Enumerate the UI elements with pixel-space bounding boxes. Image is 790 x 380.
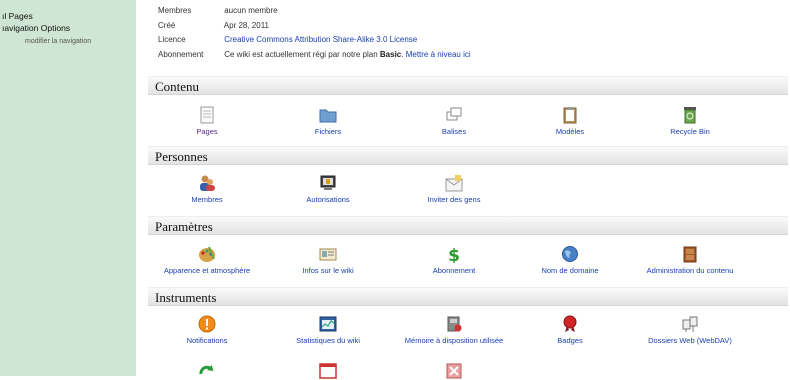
section-personnes: Personnes <box>148 146 788 165</box>
tool-badges[interactable]: Badges <box>508 315 632 345</box>
recycle-bin-icon <box>680 106 700 124</box>
section-contenu: Contenu <box>148 76 788 95</box>
tool-label: Pages <box>196 127 218 136</box>
tool-domaine[interactable]: Nom de domaine <box>508 245 632 275</box>
subscription-label: Abonnement <box>158 49 204 59</box>
tool-label: Badges <box>557 336 583 345</box>
created-value: Apr 28, 2011 <box>223 20 269 30</box>
tool-balises[interactable]: Balises <box>392 106 516 136</box>
tool-label: Fichiers <box>314 127 342 136</box>
svg-text:$: $ <box>448 246 460 263</box>
tool-recycle-bin[interactable]: Recycle Bin <box>628 106 752 136</box>
tool-apparence[interactable]: Apparence et atmosphère <box>145 245 269 275</box>
tool-label: Administration du contenu <box>646 266 734 275</box>
tool-membres[interactable]: Membres <box>145 174 269 204</box>
sidebar: ıl Pages ıavigation Options modifier la … <box>0 0 136 376</box>
tool-partial-1[interactable] <box>145 362 269 380</box>
network-folders-icon <box>680 315 700 333</box>
tool-statistiques[interactable]: Statistiques du wiki <box>266 315 390 345</box>
envelope-icon <box>444 174 464 192</box>
refresh-icon <box>197 362 217 380</box>
tool-partial-2[interactable] <box>266 362 390 380</box>
tool-label: Mémoire à disposition utilisée <box>404 336 504 345</box>
license-row: Licence Creative Commons Attribution Sha… <box>158 33 471 48</box>
tool-admin-contenu[interactable]: Administration du contenu <box>628 245 752 275</box>
subscription-text: Ce wiki est actuellement régi par notre … <box>224 49 378 59</box>
tool-label: Membres <box>191 195 223 204</box>
tool-inviter[interactable]: Inviter des gens <box>392 174 516 204</box>
sidebar-item-all-pages[interactable]: ıl Pages <box>2 11 33 21</box>
alert-icon <box>197 315 217 333</box>
tool-pages[interactable]: Pages <box>145 106 269 136</box>
license-link[interactable]: Creative Commons Attribution Share-Alike… <box>224 35 417 44</box>
section-parametres: Paramètres <box>148 216 788 235</box>
tool-notifications[interactable]: Notifications <box>145 315 269 345</box>
tool-label: Modèles <box>555 127 585 136</box>
upgrade-link[interactable]: Mettre à niveau ici <box>406 50 471 59</box>
tool-label: Abonnement <box>432 266 476 275</box>
clipboard-icon <box>560 106 580 124</box>
sidebar-item-navigation-options[interactable]: ıavigation Options <box>2 23 70 33</box>
created-row: Créé Apr 28, 2011 <box>158 19 471 34</box>
members-value: aucun membre <box>224 6 278 15</box>
tool-label: Dossiers Web (WebDAV) <box>648 336 732 345</box>
tool-label: Autorisations <box>306 195 350 204</box>
tool-label: Notifications <box>186 336 228 345</box>
id-card-icon <box>318 245 338 263</box>
tool-webdav[interactable]: Dossiers Web (WebDAV) <box>628 315 752 345</box>
dollar-icon: $ <box>444 245 464 263</box>
section-instruments: Instruments <box>148 287 788 306</box>
delete-icon <box>444 362 464 380</box>
tool-modeles[interactable]: Modèles <box>508 106 632 136</box>
rosette-icon <box>560 315 580 333</box>
wiki-info: Membres aucun membre Créé Apr 28, 2011 L… <box>158 4 471 62</box>
tool-infos[interactable]: Infos sur le wiki <box>266 245 390 275</box>
tool-memoire[interactable]: Mémoire à disposition utilisée <box>392 315 516 345</box>
tags-icon <box>444 106 464 124</box>
created-label: Créé <box>158 20 176 30</box>
document-icon <box>197 106 217 124</box>
tool-label: Infos sur le wiki <box>302 266 354 275</box>
tool-label: Apparence et atmosphère <box>163 266 251 275</box>
tool-autorisations[interactable]: Autorisations <box>266 174 390 204</box>
cabinet-icon <box>680 245 700 263</box>
tool-label: Balises <box>441 127 467 136</box>
plan-name: Basic <box>379 49 402 59</box>
tool-abonnement[interactable]: $ Abonnement <box>392 245 516 275</box>
users-icon <box>197 174 217 192</box>
folder-icon <box>318 106 338 124</box>
edit-navigation-link[interactable]: modifier la navigation <box>25 38 91 45</box>
chart-window-icon <box>318 315 338 333</box>
tool-label: Nom de domaine <box>541 266 599 275</box>
monitor-lock-icon <box>318 174 338 192</box>
disk-icon <box>444 315 464 333</box>
tool-label: Inviter des gens <box>427 195 481 204</box>
tool-partial-3[interactable] <box>392 362 516 380</box>
tool-label: Recycle Bin <box>670 127 710 136</box>
subscription-row: Abonnement Ce wiki est actuellement régi… <box>158 48 471 63</box>
members-label: Membres <box>158 6 192 15</box>
members-row: Membres aucun membre <box>158 4 471 19</box>
tool-fichiers[interactable]: Fichiers <box>266 106 390 136</box>
palette-icon <box>197 245 217 263</box>
window-icon <box>318 362 338 380</box>
license-label: Licence <box>158 35 186 44</box>
tool-label: Statistiques du wiki <box>296 336 360 345</box>
globe-icon <box>560 245 580 263</box>
